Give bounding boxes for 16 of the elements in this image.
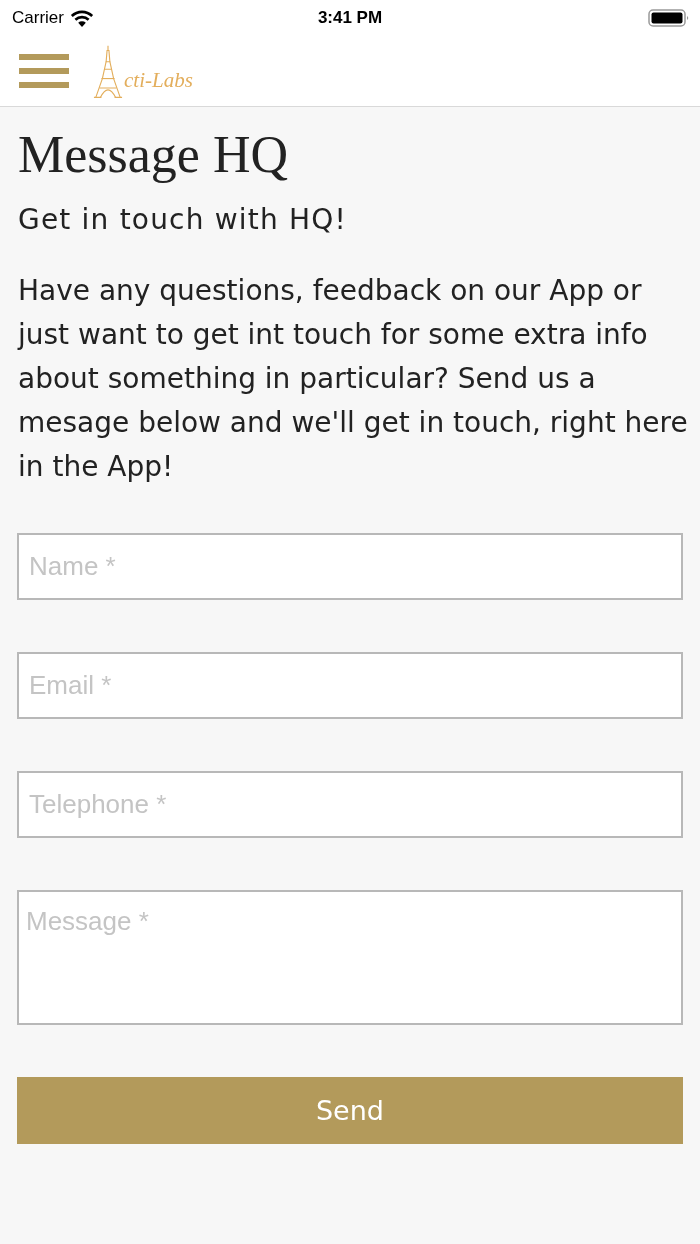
menu-icon (19, 54, 69, 88)
text-input-field[interactable]: Name * (17, 533, 683, 600)
page-subtitle: Get in touch with HQ! (18, 202, 348, 238)
wifi-icon (69, 9, 94, 27)
message-textarea-field[interactable]: Message * (17, 890, 683, 1025)
send-button[interactable]: Send (17, 1077, 683, 1144)
tower-icon (93, 43, 123, 101)
intro-paragraph: Have any questions, feedback on our App or just want to get int touch for some extra info about something in particular? Send us a mesage below and we'll get in touch, right here in the App! (18, 273, 689, 485)
battery-icon (648, 8, 690, 28)
text-input-field[interactable]: Telephone * (17, 771, 683, 838)
status-time: 3:41 PM (317, 8, 383, 28)
page-title: Message HQ (18, 125, 290, 185)
menu-button[interactable] (19, 54, 69, 88)
text-input-field[interactable]: Email * (17, 652, 683, 719)
logo-text: cti-Labs (124, 68, 193, 93)
carrier-label: Carrier (12, 8, 64, 28)
